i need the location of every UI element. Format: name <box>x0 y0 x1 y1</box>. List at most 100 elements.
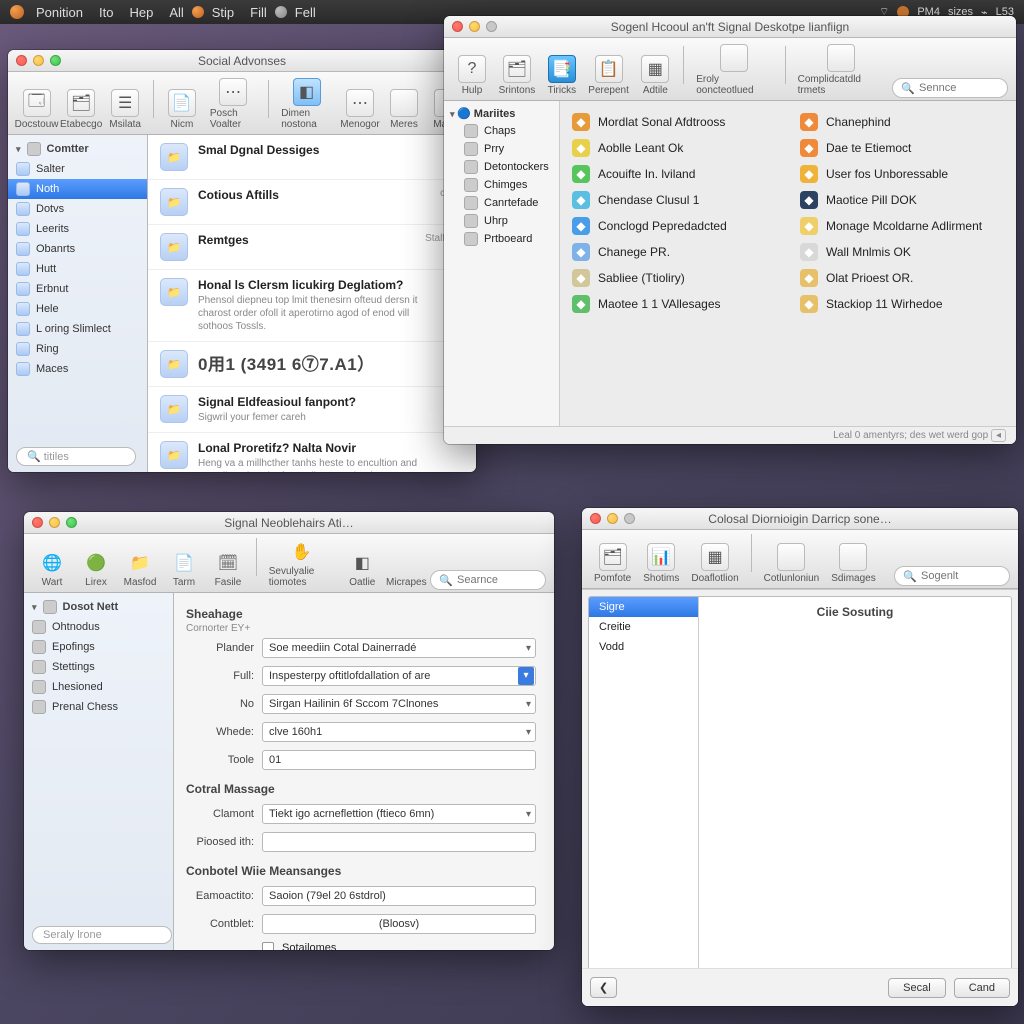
text-input[interactable]: (Bloosv) <box>262 914 536 934</box>
list-item[interactable]: 📁Smal Dgnal Dessiges8/2 <box>148 135 476 180</box>
tb-sevulyalie tiomotes[interactable]: ✋Sevulyalie tiomotes <box>265 538 339 590</box>
pref-item[interactable]: ◆Olat Prioest OR. <box>800 265 1004 291</box>
sidebar-item-maces[interactable]: Maces <box>8 359 147 379</box>
tb-pomfote[interactable]: 🗂Pomfote <box>590 541 635 586</box>
pref-item[interactable]: ◆Maotice Рill DOK <box>800 187 1004 213</box>
sidebar-item-comtter[interactable]: Comtter <box>8 139 147 159</box>
tb-oatlie[interactable]: ◧Oatlie <box>342 549 382 590</box>
tb-masfod[interactable]: 📁Masfod <box>120 549 160 590</box>
close-icon[interactable] <box>32 517 43 528</box>
list-item[interactable]: 📁Lonal Proretifz? Nalta NovirHeng va a m… <box>148 433 476 472</box>
tb-dimen nostona[interactable]: ◧Dimen nostona <box>277 76 336 132</box>
sidebar-item-obanrts[interactable]: Obanrts <box>8 239 147 259</box>
zoom-icon[interactable] <box>486 21 497 32</box>
pref-item[interactable]: ◆Aoblle Leant Ok <box>572 135 776 161</box>
zoom-icon[interactable] <box>50 55 61 66</box>
tb-menogor[interactable]: ⋯Menogor <box>340 87 380 132</box>
tb-eroly ooncteotlued[interactable]: Eroly ooncteotlued <box>692 42 776 98</box>
cand-button[interactable]: Cand <box>954 978 1010 998</box>
minimize-icon[interactable] <box>469 21 480 32</box>
close-icon[interactable] <box>452 21 463 32</box>
menu-hep[interactable]: Hep <box>121 5 161 20</box>
win1-titlebar[interactable]: Social Advonses <box>8 50 476 72</box>
win3-titlebar[interactable]: Signal Neoblehairs Ati… <box>24 512 554 534</box>
close-icon[interactable] <box>590 513 601 524</box>
combo-input[interactable]: Sirgan Hailinin 6f Sccom 7Clnones <box>262 694 536 714</box>
sidebar-item-salter[interactable]: Salter <box>8 159 147 179</box>
tb-sdimages[interactable]: Sdimages <box>827 541 879 586</box>
back-button[interactable]: ❮ <box>590 977 617 998</box>
tb-tiricks[interactable]: 📑Tiricks <box>542 53 582 98</box>
sidebar-item-l oring slimlect[interactable]: L oring Slimlect <box>8 319 147 339</box>
pref-item[interactable]: ◆Chanege PR. <box>572 239 776 265</box>
win4-titlebar[interactable]: Colosal Diornioigin Darricp sone… <box>582 508 1018 530</box>
win3-filter-input[interactable]: Seraly lrone <box>32 926 172 944</box>
combo-input[interactable]: Inspesterpy oftitlofdallation of are <box>262 666 536 686</box>
text-input[interactable] <box>262 832 536 852</box>
tb-shotims[interactable]: 📊Shotims <box>639 541 683 586</box>
tb-doaflotlion[interactable]: ▦Doaflotlion <box>687 541 742 586</box>
tb-meres[interactable]: Meres <box>384 87 424 132</box>
sidebar-item-hutt[interactable]: Hutt <box>8 259 147 279</box>
sidebar-item-prenal chess[interactable]: Prenal Chess <box>24 697 173 717</box>
search-input[interactable]: 🔍 <box>430 570 546 590</box>
source-item-canrtefade[interactable]: Canrtefade <box>444 194 559 212</box>
menu-fell[interactable]: Fell <box>287 5 324 20</box>
tb-hulp[interactable]: ?Hulp <box>452 53 492 98</box>
sidebar-filter-input[interactable]: 🔍 titiles <box>16 447 136 466</box>
pref-item[interactable]: ◆Conclogd Pepredadcted <box>572 213 776 239</box>
search-input[interactable]: 🔍 <box>892 78 1008 98</box>
pref-item[interactable]: ◆Monage Mcoldarne Adlirment <box>800 213 1004 239</box>
pref-item[interactable]: ◆Mordlat Sonal Afdtrooss <box>572 109 776 135</box>
text-input[interactable]: Saoion (79el 20 6stdrol) <box>262 886 536 906</box>
sidebar-item-leerits[interactable]: Leerits <box>8 219 147 239</box>
source-item-chaps[interactable]: Chaps <box>444 122 559 140</box>
list-item[interactable]: 📁RemtgesStalfMtlo <box>148 225 476 270</box>
source-item-prtboeard[interactable]: Prtboeard <box>444 230 559 248</box>
search-input[interactable]: 🔍 <box>894 566 1010 586</box>
checkbox[interactable] <box>262 942 274 950</box>
tb-complidcatdld trmets[interactable]: Complidcatdld trmets <box>794 42 889 98</box>
source-item-detontockers[interactable]: Detontockers <box>444 158 559 176</box>
pref-item[interactable]: ◆User fos Unboressable <box>800 161 1004 187</box>
list-item[interactable]: 📁Signal Eldfeasioul fanpont?Sigwril your… <box>148 387 476 433</box>
combo-input[interactable]: clve 160h1 <box>262 722 536 742</box>
list-item[interactable]: 📁Honal ls Clersm licukirg Deglatiom?Phen… <box>148 270 476 342</box>
minimize-icon[interactable] <box>33 55 44 66</box>
sidebar-item-epofings[interactable]: Epofings <box>24 637 173 657</box>
zoom-icon[interactable] <box>66 517 77 528</box>
tb-srintons[interactable]: 🗂Srintons <box>496 53 538 98</box>
source-item-prry[interactable]: Prry <box>444 140 559 158</box>
pref-item[interactable]: ◆Chanephind <box>800 109 1004 135</box>
side-item-creitie[interactable]: Creitie <box>589 617 698 637</box>
minimize-icon[interactable] <box>607 513 618 524</box>
side-item-sigre[interactable]: Sigre <box>589 597 698 617</box>
sidebar-item-stettings[interactable]: Stettings <box>24 657 173 677</box>
combo-input[interactable]: Soe meediin Cotal Dainerradé <box>262 638 536 658</box>
tb-msilata[interactable]: ☰Msilata <box>105 87 145 132</box>
minimize-icon[interactable] <box>49 517 60 528</box>
menu-app[interactable]: Ponition <box>28 5 91 20</box>
tb-tarm[interactable]: 📄Tarm <box>164 549 204 590</box>
zoom-icon[interactable] <box>624 513 635 524</box>
pref-item[interactable]: ◆Acouifte In. lviland <box>572 161 776 187</box>
sidebar-item-ohtnodus[interactable]: Ohtnodus <box>24 617 173 637</box>
menu-stip[interactable]: Stip <box>204 5 242 20</box>
sidebar-item-noth[interactable]: Noth <box>8 179 147 199</box>
tb-micrapes[interactable]: Micrapes <box>386 549 426 590</box>
sidebar-item-dotvs[interactable]: Dotvs <box>8 199 147 219</box>
tb-adtile[interactable]: ▦Adtile <box>635 53 675 98</box>
list-item[interactable]: 📁Cotious Aftillsolient <box>148 180 476 225</box>
close-icon[interactable] <box>16 55 27 66</box>
menu-all[interactable]: All <box>161 5 191 20</box>
pref-item[interactable]: ◆Maotee 1 1 VAllesages <box>572 291 776 317</box>
tb-perepent[interactable]: 📋Perepent <box>586 53 631 98</box>
tb-wart[interactable]: 🌐Wart <box>32 549 72 590</box>
sidebar-item-erbnut[interactable]: Erbnut <box>8 279 147 299</box>
text-input[interactable]: 01 <box>262 750 536 770</box>
menu-ito[interactable]: Ito <box>91 5 121 20</box>
tb-posch voalter[interactable]: ⋯Posch Voalter <box>206 76 261 132</box>
source-item-uhrp[interactable]: Uhrp <box>444 212 559 230</box>
sidebar-item-lhesioned[interactable]: Lhesioned <box>24 677 173 697</box>
tb-fasile[interactable]: 🗓Fasile <box>208 549 248 590</box>
